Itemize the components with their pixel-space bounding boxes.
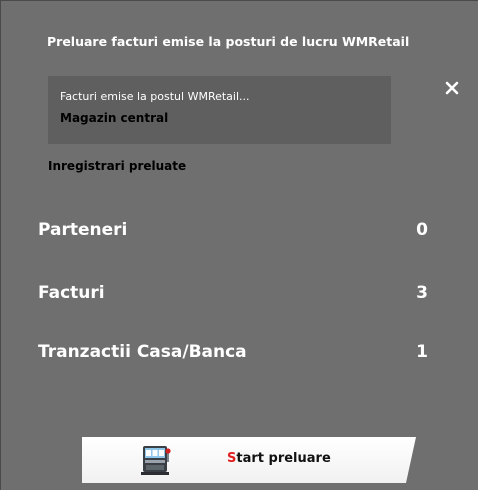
pos-terminal-icon: [140, 444, 174, 476]
dialog-title: Preluare facturi emise la posturi de luc…: [47, 34, 410, 49]
source-location: Magazin central: [60, 111, 169, 125]
row-label: Facturi: [38, 283, 105, 303]
row-label: Tranzactii Casa/Banca: [38, 342, 247, 362]
start-import-button[interactable]: Start preluare: [82, 437, 416, 483]
summary-row-tranzactii: Tranzactii Casa/Banca 1: [38, 342, 438, 366]
row-count: 0: [416, 220, 428, 240]
section-heading: Inregistrari preluate: [48, 159, 187, 173]
row-count: 3: [416, 283, 428, 303]
start-import-label: Start preluare: [227, 451, 331, 466]
source-info-box: Facturi emise la postul WMRetail... Maga…: [48, 76, 391, 144]
start-label-rest: tart preluare: [236, 451, 331, 466]
summary-row-facturi: Facturi 3: [38, 283, 438, 307]
start-label-accent: S: [227, 451, 237, 466]
close-icon[interactable]: [441, 77, 463, 99]
row-count: 1: [416, 342, 428, 362]
summary-row-parteneri: Parteneri 0: [38, 220, 438, 244]
source-description: Facturi emise la postul WMRetail...: [60, 90, 250, 103]
import-dialog: Preluare facturi emise la posturi de luc…: [0, 0, 478, 490]
row-label: Parteneri: [38, 220, 128, 240]
